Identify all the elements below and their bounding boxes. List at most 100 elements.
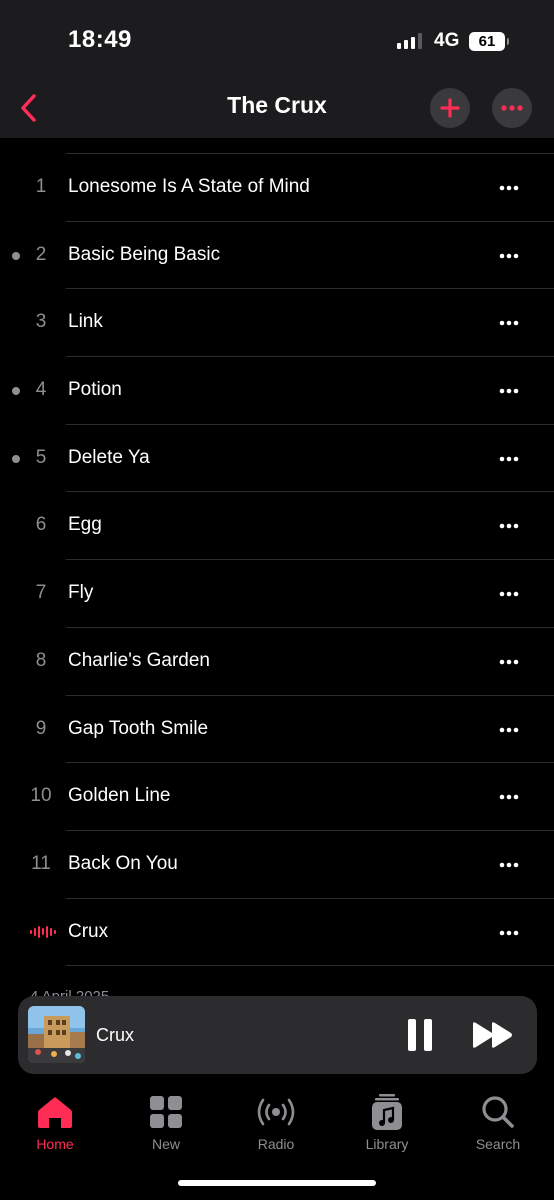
track-list: 1 Lonesome Is A State of Mind 2 Basic Being… (0, 138, 554, 967)
ellipsis-icon (499, 862, 519, 868)
cellular-signal-icon (397, 33, 422, 49)
nav-bar: The Crux (0, 80, 554, 138)
track-more-button[interactable] (494, 853, 524, 877)
track-more-button[interactable] (494, 379, 524, 403)
track-title: Potion (68, 379, 122, 401)
track-number: 7 (35, 582, 47, 604)
divider (66, 138, 554, 154)
track-title: Link (68, 311, 103, 333)
status-time: 18:49 (68, 26, 132, 53)
ellipsis-icon (499, 659, 519, 665)
ellipsis-icon (499, 321, 519, 326)
track-row[interactable]: 3 Link (0, 289, 554, 358)
track-title: Gap Tooth Smile (68, 717, 209, 739)
track-more-button[interactable] (494, 176, 524, 200)
track-more-button[interactable] (494, 244, 524, 268)
pause-icon (408, 1019, 432, 1051)
track-row[interactable]: 8 Charlie's Garden (0, 628, 554, 696)
home-icon (38, 1097, 72, 1128)
track-row[interactable]: 11 Back On You (0, 831, 554, 899)
tab-radio[interactable]: Radio (236, 1092, 316, 1152)
track-number: 5 (35, 446, 47, 468)
track-row[interactable]: 2 Basic Being Basic (0, 222, 554, 290)
ellipsis-icon (499, 456, 519, 462)
track-number: 8 (35, 649, 47, 671)
track-row[interactable]: 7 Fly (0, 560, 554, 628)
album-artwork[interactable] (28, 1006, 85, 1063)
battery-icon: 61 (469, 32, 509, 51)
tab-search-label: Search (475, 1136, 521, 1152)
track-row[interactable]: Crux (0, 899, 554, 967)
track-row[interactable]: 5 Delete Ya (0, 425, 554, 493)
track-number: 10 (30, 785, 52, 807)
ellipsis-icon (499, 727, 519, 732)
ellipsis-icon (499, 185, 519, 191)
add-button[interactable] (430, 88, 470, 128)
radio-icon (257, 1098, 295, 1126)
now-playing-title: Crux (96, 1025, 135, 1045)
tab-search[interactable]: Search (458, 1092, 538, 1152)
track-row[interactable]: 6 Egg (0, 492, 554, 561)
track-more-button[interactable] (494, 718, 524, 742)
mini-player[interactable]: Crux (18, 996, 537, 1074)
library-icon (372, 1094, 402, 1130)
home-indicator (178, 1180, 376, 1186)
track-row[interactable]: 4 Potion (0, 357, 554, 425)
search-icon (482, 1096, 514, 1128)
network-type: 4G (434, 30, 460, 51)
ellipsis-icon (501, 105, 523, 111)
tab-new[interactable]: New (126, 1092, 206, 1152)
tab-library[interactable]: Library (347, 1092, 427, 1152)
track-title: Delete Ya (68, 446, 150, 468)
tab-home-label: Home (36, 1136, 74, 1152)
track-more-button[interactable] (494, 785, 524, 809)
track-title: Crux (68, 920, 109, 942)
more-options-button[interactable] (492, 88, 532, 128)
track-number: 6 (35, 514, 47, 536)
track-more-button[interactable] (494, 514, 524, 538)
skip-forward-button[interactable] (471, 1021, 515, 1049)
fast-forward-icon (473, 1022, 512, 1048)
track-title: Egg (68, 514, 102, 536)
ellipsis-icon (499, 388, 519, 394)
pause-button[interactable] (406, 1017, 434, 1053)
divider (66, 965, 554, 967)
tab-library-label: Library (365, 1136, 409, 1152)
track-title: Basic Being Basic (68, 243, 221, 265)
track-number: 4 (35, 379, 47, 401)
track-row[interactable]: 10 Golden Line (0, 763, 554, 831)
track-number: 3 (35, 311, 47, 333)
track-more-button[interactable] (494, 311, 524, 335)
track-number: 1 (35, 176, 47, 197)
ellipsis-icon (499, 253, 519, 258)
tab-radio-label: Radio (257, 1136, 295, 1152)
grid-icon (150, 1096, 182, 1128)
tab-new-label: New (151, 1136, 180, 1152)
downloaded-dot-icon (12, 387, 20, 396)
track-more-button[interactable] (494, 921, 524, 945)
plus-icon (440, 98, 460, 118)
track-title: Fly (68, 582, 94, 604)
track-more-button[interactable] (494, 582, 524, 606)
downloaded-dot-icon (12, 454, 20, 463)
ellipsis-icon (499, 524, 519, 529)
status-bar: 18:49 4G 61 (0, 0, 554, 80)
track-title: Golden Line (68, 785, 171, 807)
now-playing-waveform-icon (30, 925, 56, 939)
tab-home[interactable]: Home (15, 1092, 95, 1152)
track-title: Back On You (68, 852, 178, 874)
track-more-button[interactable] (494, 650, 524, 674)
track-number: 2 (35, 243, 47, 265)
track-number: 11 (31, 852, 51, 874)
ellipsis-icon (499, 930, 519, 935)
ellipsis-icon (499, 794, 519, 800)
track-more-button[interactable] (494, 447, 524, 471)
ellipsis-icon (499, 591, 519, 597)
downloaded-dot-icon (12, 251, 20, 260)
battery-level: 61 (478, 33, 496, 50)
track-row[interactable]: 9 Gap Tooth Smile (0, 696, 554, 764)
track-row[interactable]: 1 Lonesome Is A State of Mind (0, 154, 554, 222)
track-title: Lonesome Is A State of Mind (68, 176, 310, 197)
track-title: Charlie's Garden (68, 649, 210, 671)
page-title: The Crux (227, 92, 327, 118)
